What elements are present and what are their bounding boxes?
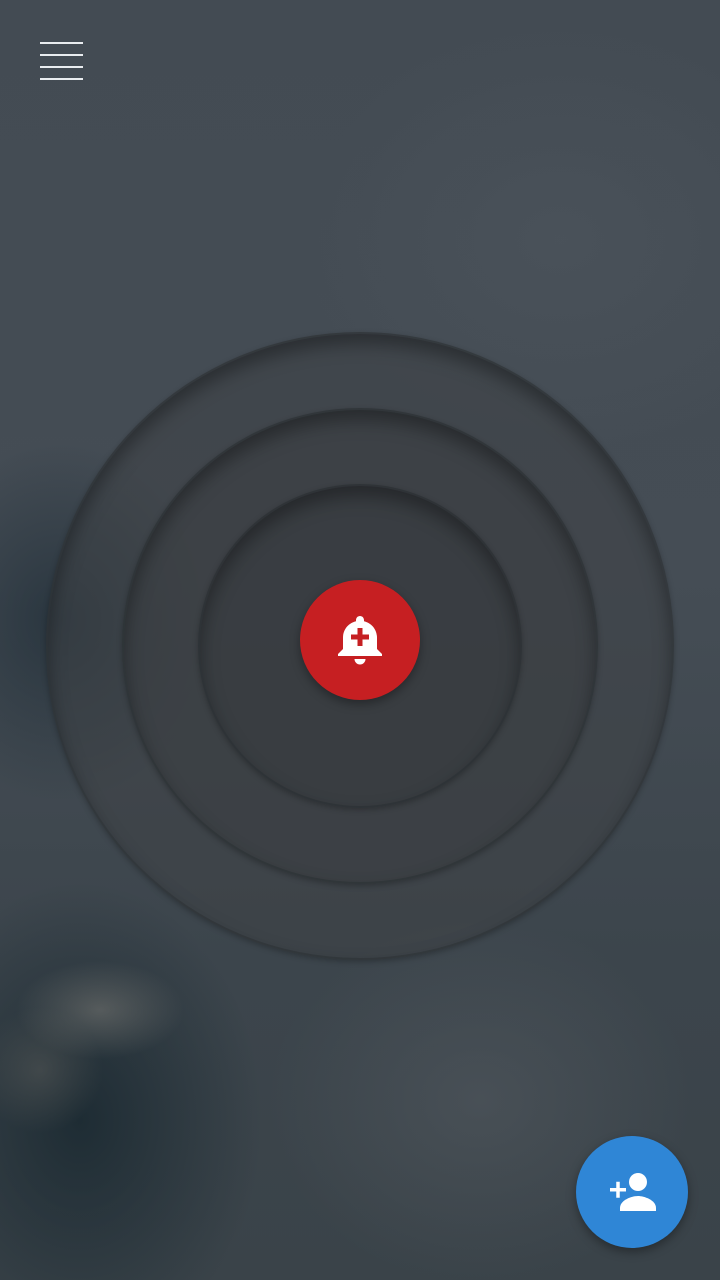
menu-bar: [40, 66, 83, 68]
menu-bar: [40, 78, 83, 80]
menu-bar: [40, 42, 83, 44]
menu-bar: [40, 54, 83, 56]
add-contact-button[interactable]: [576, 1136, 688, 1248]
alarm-add-bell-icon: [338, 616, 382, 665]
person-add-icon: [610, 1173, 656, 1211]
menu-button[interactable]: [40, 42, 84, 82]
alarm-button[interactable]: [300, 580, 420, 700]
